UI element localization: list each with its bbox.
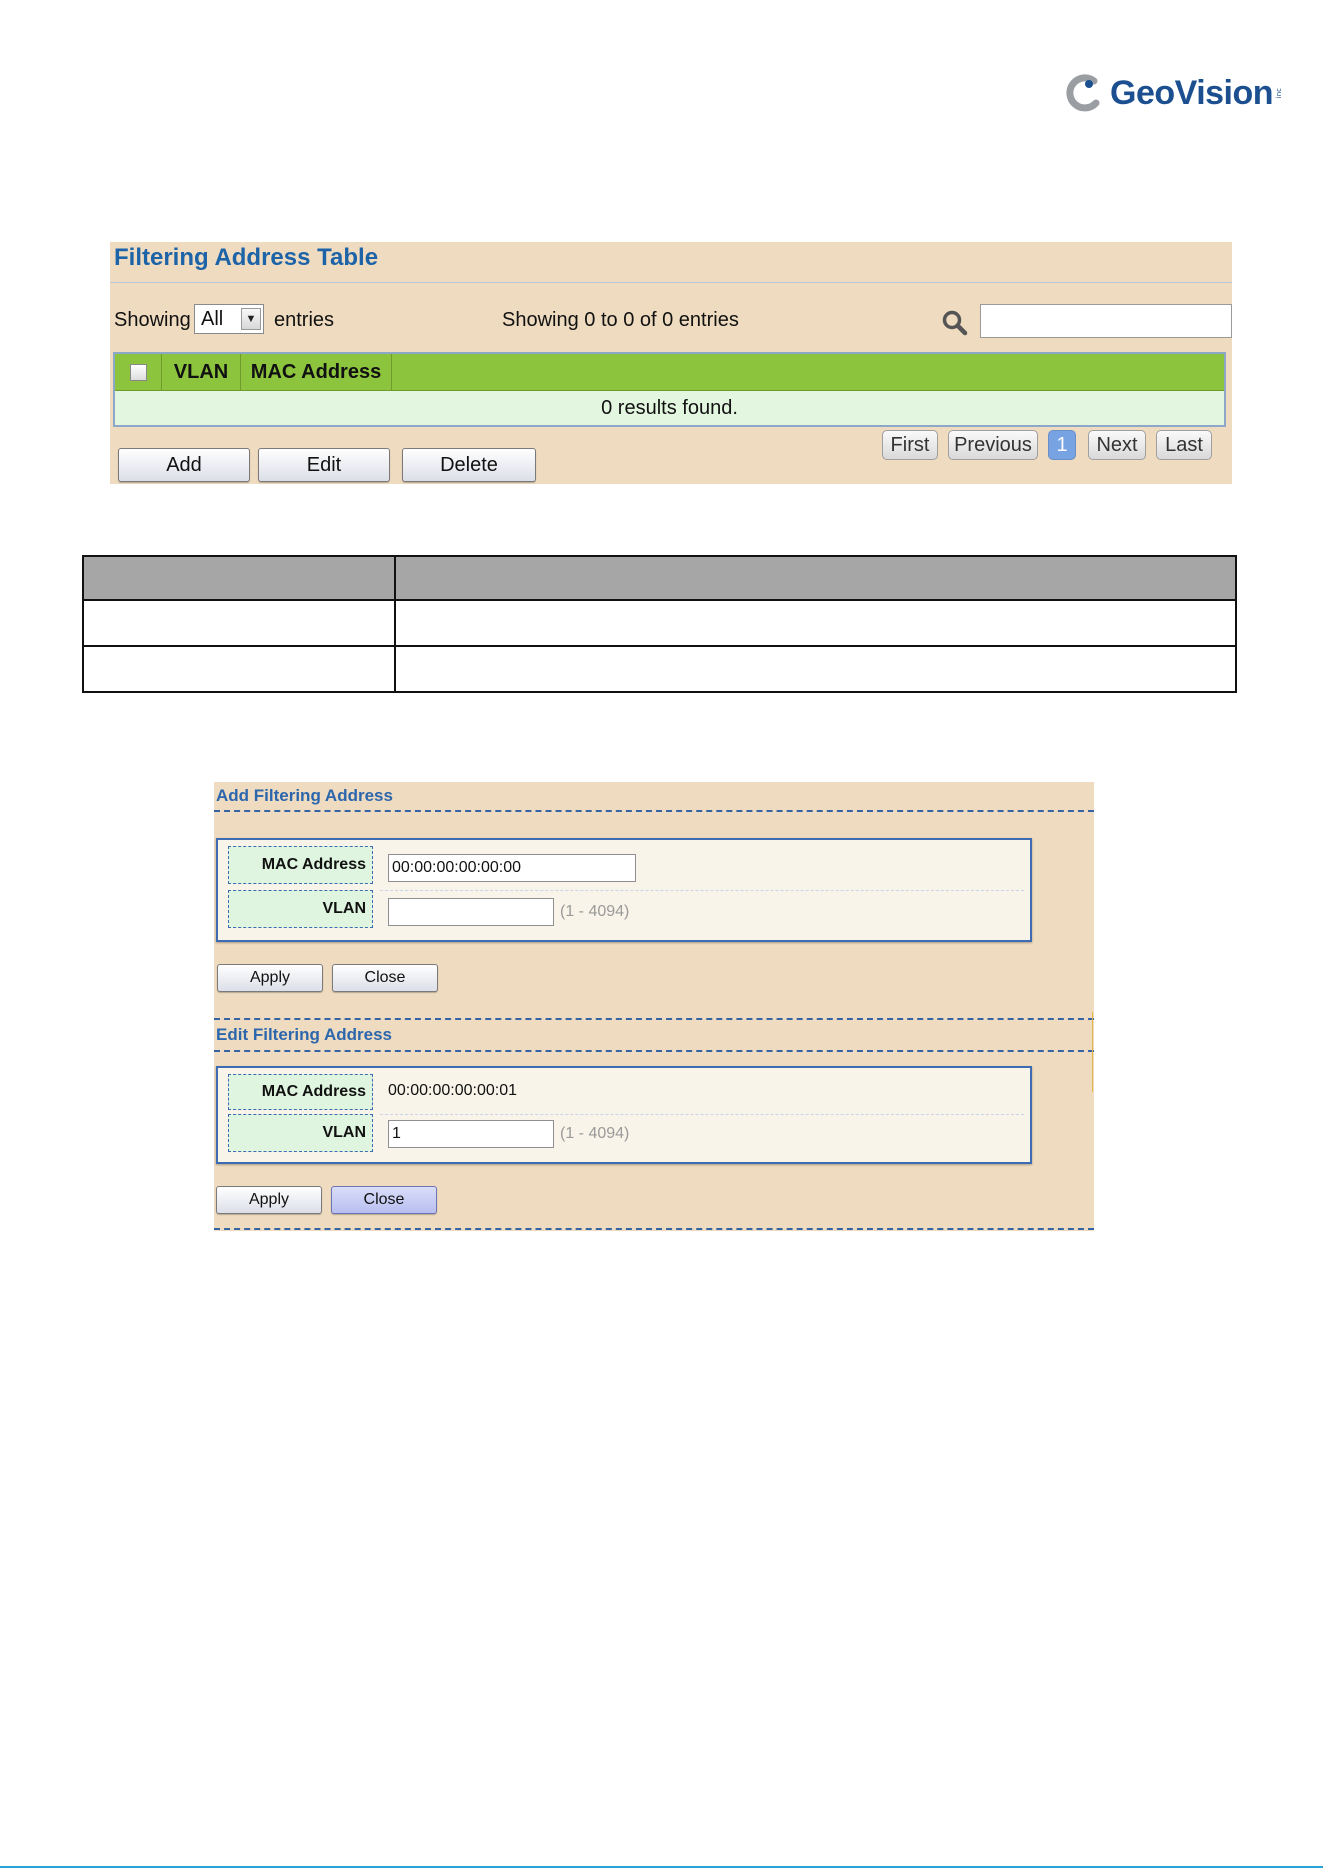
pagination-previous[interactable]: Previous [948, 430, 1038, 460]
empty-table-message: 0 results found. [115, 391, 1224, 425]
edit-form-box: MAC Address 00:00:00:00:00:01 VLAN 1 (1 … [216, 1066, 1032, 1164]
description-cell [82, 645, 396, 693]
select-all-checkbox-cell [115, 354, 162, 390]
select-all-checkbox[interactable] [129, 363, 147, 381]
edit-apply-button[interactable]: Apply [216, 1186, 322, 1214]
column-header-mac-address[interactable]: MAC Address [241, 354, 392, 390]
pagination-next[interactable]: Next [1088, 430, 1146, 460]
add-form-box: MAC Address 00:00:00:00:00:00 VLAN (1 - … [216, 838, 1032, 942]
search-input[interactable] [980, 304, 1232, 338]
delete-button[interactable]: Delete [402, 448, 536, 482]
geovision-logo-icon [1066, 73, 1106, 113]
description-cell [394, 599, 1237, 647]
description-table-header [82, 555, 1237, 601]
description-table [82, 555, 1237, 693]
search-icon [942, 310, 968, 336]
logo-text: GeoVision [1110, 73, 1274, 112]
geovision-logo: GeoVision inc [1066, 66, 1283, 120]
dashed-divider [214, 1050, 1094, 1052]
add-mac-input[interactable]: 00:00:00:00:00:00 [388, 854, 636, 882]
description-cell [82, 599, 396, 647]
entries-select[interactable]: All ▼ [194, 304, 264, 334]
row-divider [380, 1114, 1024, 1115]
panel-title: Filtering Address Table [114, 244, 379, 271]
edit-vlan-label: VLAN [228, 1114, 373, 1152]
description-header-cell [82, 555, 396, 601]
showing-label: Showing [114, 309, 191, 331]
description-cell [394, 645, 1237, 693]
edit-close-button[interactable]: Close [331, 1186, 437, 1214]
edit-vlan-input[interactable]: 1 [388, 1120, 554, 1148]
title-divider [110, 282, 1232, 283]
edit-vlan-hint: (1 - 4094) [560, 1125, 630, 1142]
chevron-down-icon[interactable]: ▼ [241, 308, 261, 330]
add-button[interactable]: Add [118, 448, 250, 482]
table-header: VLAN MAC Address [115, 354, 1224, 391]
add-vlan-input[interactable] [388, 898, 554, 926]
entries-info: Showing 0 to 0 of 0 entries [502, 309, 739, 331]
pagination-first[interactable]: First [882, 430, 938, 460]
add-mac-label: MAC Address [228, 846, 373, 884]
filtering-address-table-panel: Filtering Address Table Showing All ▼ en… [110, 242, 1232, 484]
description-header-cell [394, 555, 1237, 601]
edit-mac-label: MAC Address [228, 1074, 373, 1110]
filtering-table: VLAN MAC Address 0 results found. [113, 352, 1226, 427]
dashed-divider [214, 1018, 1094, 1020]
add-close-button[interactable]: Close [332, 964, 438, 992]
edit-button[interactable]: Edit [258, 448, 390, 482]
add-vlan-label: VLAN [228, 890, 373, 928]
panel-edge [1092, 1012, 1093, 1092]
description-table-row [82, 599, 1237, 647]
pagination-last[interactable]: Last [1156, 430, 1212, 460]
entries-select-value: All [201, 308, 224, 330]
row-divider [380, 890, 1024, 891]
logo-suffix: inc [1275, 87, 1284, 99]
add-apply-button[interactable]: Apply [217, 964, 323, 992]
description-table-row [82, 645, 1237, 693]
footer-rule [0, 1866, 1323, 1868]
dashed-divider [214, 810, 1094, 812]
edit-mac-value: 00:00:00:00:00:01 [388, 1082, 518, 1099]
pagination-page-current[interactable]: 1 [1048, 430, 1076, 460]
entries-label: entries [274, 309, 335, 331]
column-header-vlan[interactable]: VLAN [162, 354, 241, 390]
add-vlan-hint: (1 - 4094) [560, 903, 630, 920]
filtering-address-forms-panel: Add Filtering Address MAC Address 00:00:… [214, 782, 1094, 1231]
dashed-divider [214, 1228, 1094, 1230]
add-form-title: Add Filtering Address [216, 786, 393, 805]
edit-form-title: Edit Filtering Address [216, 1025, 393, 1044]
